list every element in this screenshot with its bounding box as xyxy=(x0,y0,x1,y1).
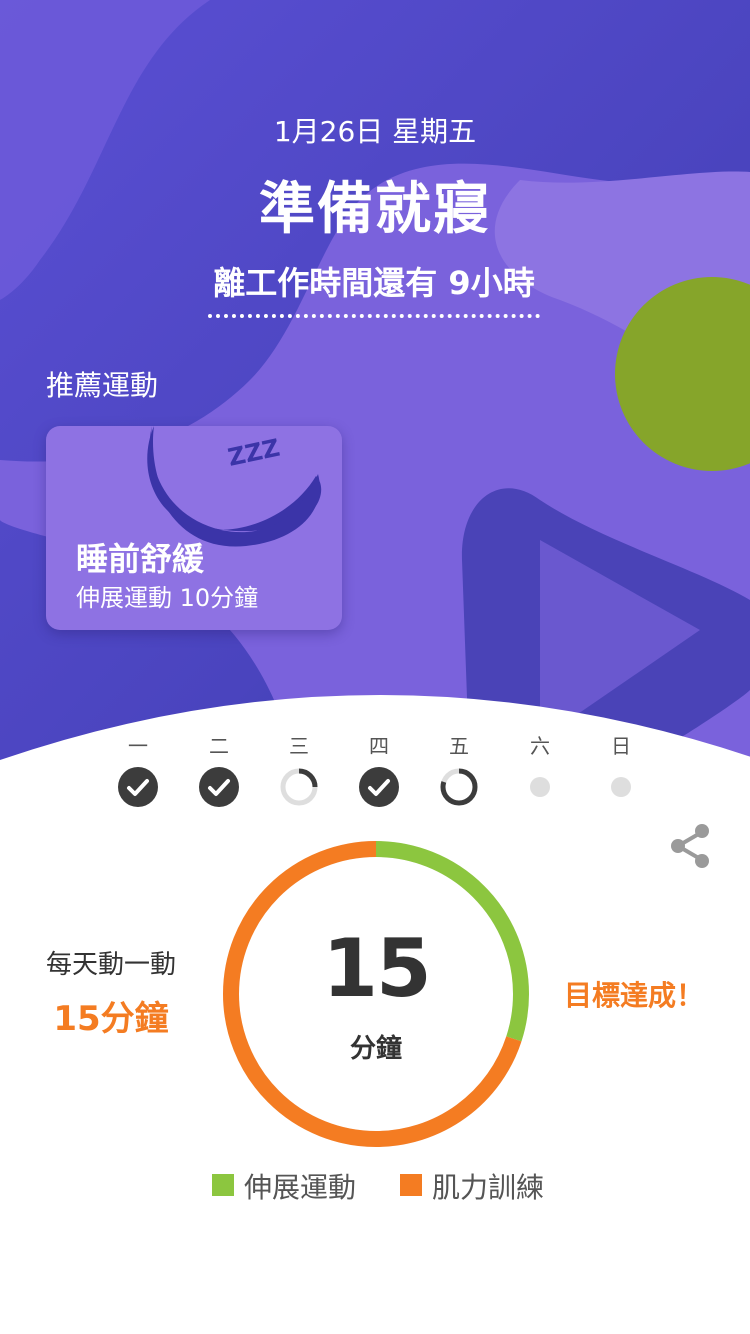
legend-label-stretch: 伸展運動 xyxy=(244,1171,357,1204)
card-title: 睡前舒緩 xyxy=(76,540,205,578)
recommended-workout-card[interactable]: ZZZ 睡前舒緩 伸展運動 10分鐘 xyxy=(46,426,342,630)
minutes-unit: 分鐘 xyxy=(349,1034,402,1064)
legend-swatch-strength xyxy=(400,1174,422,1196)
day-completed-icon[interactable] xyxy=(198,766,240,808)
daily-goal-value: 15分鐘 xyxy=(53,999,169,1039)
recommended-heading: 推薦運動 xyxy=(46,369,159,402)
weekday-label: 六 xyxy=(530,734,550,758)
weekday-label: 日 xyxy=(611,734,631,758)
day-partial-progress-icon[interactable] xyxy=(278,766,320,808)
card-subtitle: 伸展運動 10分鐘 xyxy=(76,584,259,612)
weekday-label: 四 xyxy=(369,734,389,758)
weekday-label: 二 xyxy=(209,734,229,758)
hero-banner: 1月26日 星期五 準備就寢 離工作時間還有 9小時 推薦運動 ZZZ 睡前舒緩… xyxy=(0,0,750,780)
day-inactive-dot[interactable] xyxy=(519,766,561,808)
day-inactive-dot[interactable] xyxy=(600,766,642,808)
weekday-label: 五 xyxy=(449,734,469,758)
weekday-label: 一 xyxy=(128,734,148,758)
daily-goal-label: 每天動一動 xyxy=(45,950,176,980)
day-completed-icon[interactable] xyxy=(358,766,400,808)
legend-label-strength: 肌力訓練 xyxy=(432,1171,545,1204)
zzz-icon: ZZZ xyxy=(225,434,282,472)
total-minutes: 15 xyxy=(322,922,431,1015)
share-icon[interactable] xyxy=(668,822,714,870)
day-completed-icon[interactable] xyxy=(117,766,159,808)
weekday-label: 三 xyxy=(289,734,309,758)
legend-swatch-stretch xyxy=(212,1174,234,1196)
goal-status: 目標達成！ xyxy=(564,979,705,1012)
work-countdown[interactable]: 離工作時間還有 9小時 xyxy=(208,258,540,318)
day-partial-progress-icon[interactable] xyxy=(438,766,480,808)
daily-goal: 每天動一動 15分鐘 xyxy=(30,944,192,1040)
page-title: 準備就寢 xyxy=(259,177,491,242)
date-label: 1月26日 星期五 xyxy=(273,115,477,148)
